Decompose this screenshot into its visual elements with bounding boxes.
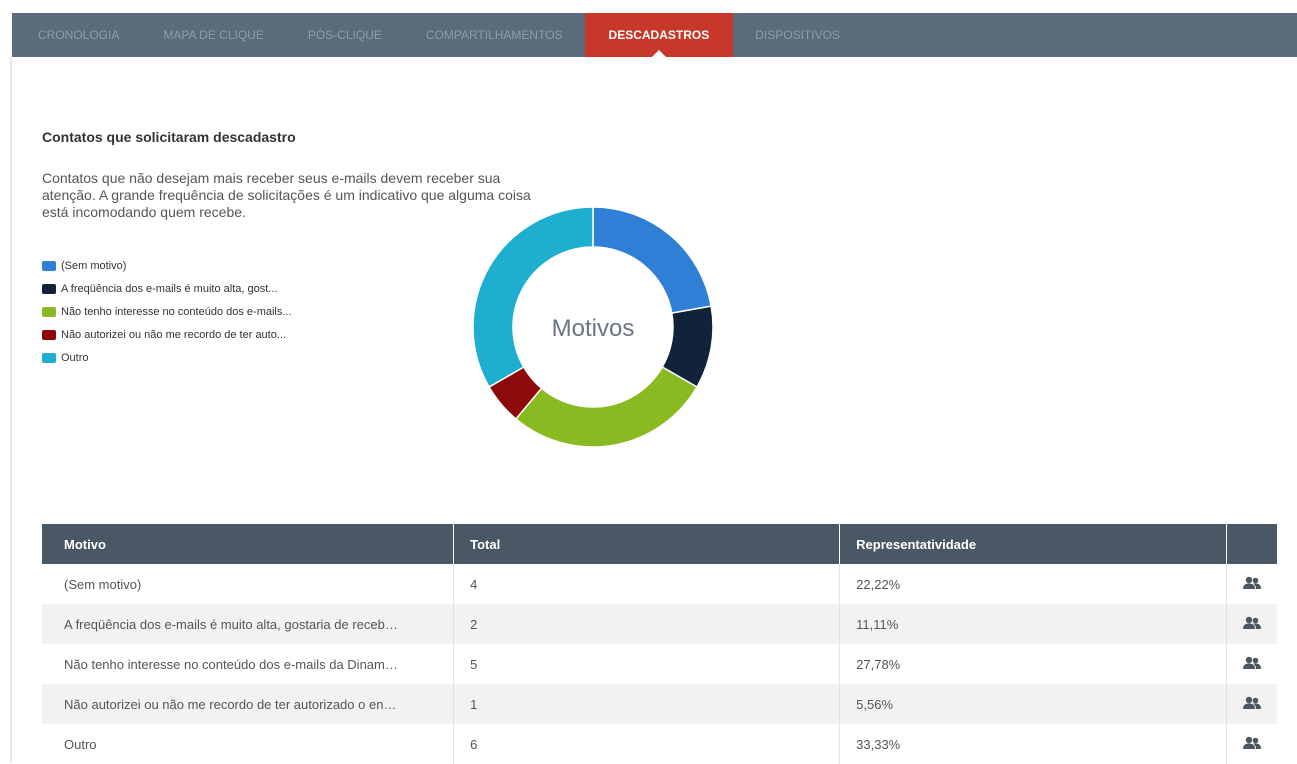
cell-motivo: Não autorizei ou não me recordo de ter a…	[42, 684, 454, 724]
column-header-motivo[interactable]: Motivo	[42, 524, 454, 564]
tab-compartilhamentos[interactable]: COMPARTILHAMENTOS	[404, 13, 585, 57]
tab-descadastros[interactable]: DESCADASTROS	[584, 13, 734, 58]
view-contacts-button[interactable]	[1226, 644, 1277, 684]
legend-item-sem-motivo[interactable]: (Sem motivo)	[42, 254, 292, 277]
legend-item-outro[interactable]: Outro	[42, 346, 292, 369]
table-row: A freqüência dos e-mails é muito alta, g…	[42, 604, 1277, 644]
column-header-total[interactable]: Total	[453, 524, 840, 564]
legend-label: Não tenho interesse no conteúdo dos e-ma…	[61, 305, 292, 318]
unsubscribe-reasons-table: Motivo Total Representatividade (Sem mot…	[42, 524, 1277, 764]
cell-total: 6	[453, 724, 840, 764]
legend-label: Outro	[61, 351, 89, 364]
table-row: Não tenho interesse no conteúdo dos e-ma…	[42, 644, 1277, 684]
table-row: Não autorizei ou não me recordo de ter a…	[42, 684, 1277, 724]
cell-representatividade: 22,22%	[839, 564, 1227, 604]
column-header-representatividade[interactable]: Representatividade	[839, 524, 1227, 564]
view-contacts-button[interactable]	[1226, 604, 1277, 644]
table-row: (Sem motivo) 4 22,22%	[42, 564, 1277, 604]
cell-motivo: Outro	[64, 736, 97, 752]
cell-motivo: (Sem motivo)	[64, 576, 142, 592]
legend-item-nao-autorizei[interactable]: Não autorizei ou não me recordo de ter a…	[42, 323, 292, 346]
contacts-icon	[1243, 696, 1262, 709]
chart-legend: (Sem motivo) A freqüência dos e-mails é …	[42, 254, 292, 369]
column-header-actions	[1226, 524, 1277, 564]
legend-label: A freqüência dos e-mails é muito alta, g…	[61, 282, 278, 295]
donut-slice-0[interactable]	[592, 206, 713, 314]
contacts-icon	[1243, 576, 1262, 589]
legend-swatch	[42, 260, 56, 271]
contacts-icon	[1243, 736, 1262, 749]
legend-swatch	[42, 329, 56, 340]
cell-total: 5	[453, 644, 840, 684]
tab-mapa-de-clique[interactable]: MAPA DE CLIQUE	[141, 13, 285, 57]
cell-total: 4	[453, 564, 840, 604]
donut-slice-2[interactable]	[514, 365, 698, 448]
section-title: Contatos que solicitaram descadastro	[42, 129, 296, 145]
report-tabs: CRONOLOGIA MAPA DE CLIQUE PÓS-CLIQUE COM…	[12, 13, 1297, 58]
page-left-border	[10, 57, 12, 763]
legend-label: (Sem motivo)	[61, 259, 127, 272]
view-contacts-button[interactable]	[1226, 684, 1277, 724]
cell-total: 2	[453, 604, 840, 644]
donut-slice-4[interactable]	[472, 206, 594, 389]
cell-representatividade: 33,33%	[839, 724, 1227, 764]
cell-representatividade: 11,11%	[839, 604, 1227, 644]
tab-cronologia[interactable]: CRONOLOGIA	[12, 13, 141, 57]
tab-pos-clique[interactable]: PÓS-CLIQUE	[286, 13, 404, 57]
view-contacts-button[interactable]	[1226, 564, 1277, 604]
legend-swatch	[42, 352, 56, 363]
legend-item-sem-interesse[interactable]: Não tenho interesse no conteúdo dos e-ma…	[42, 300, 292, 323]
legend-swatch	[42, 306, 56, 317]
contacts-icon	[1243, 656, 1262, 669]
cell-motivo: A freqüência dos e-mails é muito alta, g…	[42, 604, 454, 644]
table-header-row: Motivo Total Representatividade	[42, 524, 1277, 564]
cell-representatividade: 27,78%	[839, 644, 1227, 684]
donut-center-title: Motivos	[552, 315, 635, 342]
tab-dispositivos[interactable]: DISPOSITIVOS	[733, 13, 862, 57]
cell-motivo: Não tenho interesse no conteúdo dos e-ma…	[64, 656, 398, 672]
section-description: Contatos que não desejam mais receber se…	[42, 170, 531, 220]
legend-swatch	[42, 283, 56, 294]
legend-item-frequencia[interactable]: A freqüência dos e-mails é muito alta, g…	[42, 277, 292, 300]
contacts-icon	[1243, 616, 1262, 629]
cell-total: 1	[453, 684, 840, 724]
table-row: Outro 6 33,33%	[42, 724, 1277, 764]
legend-label: Não autorizei ou não me recordo de ter a…	[61, 328, 287, 341]
motivos-donut-chart: Motivos	[472, 206, 714, 448]
view-contacts-button[interactable]	[1226, 724, 1277, 764]
cell-representatividade: 5,56%	[839, 684, 1227, 724]
